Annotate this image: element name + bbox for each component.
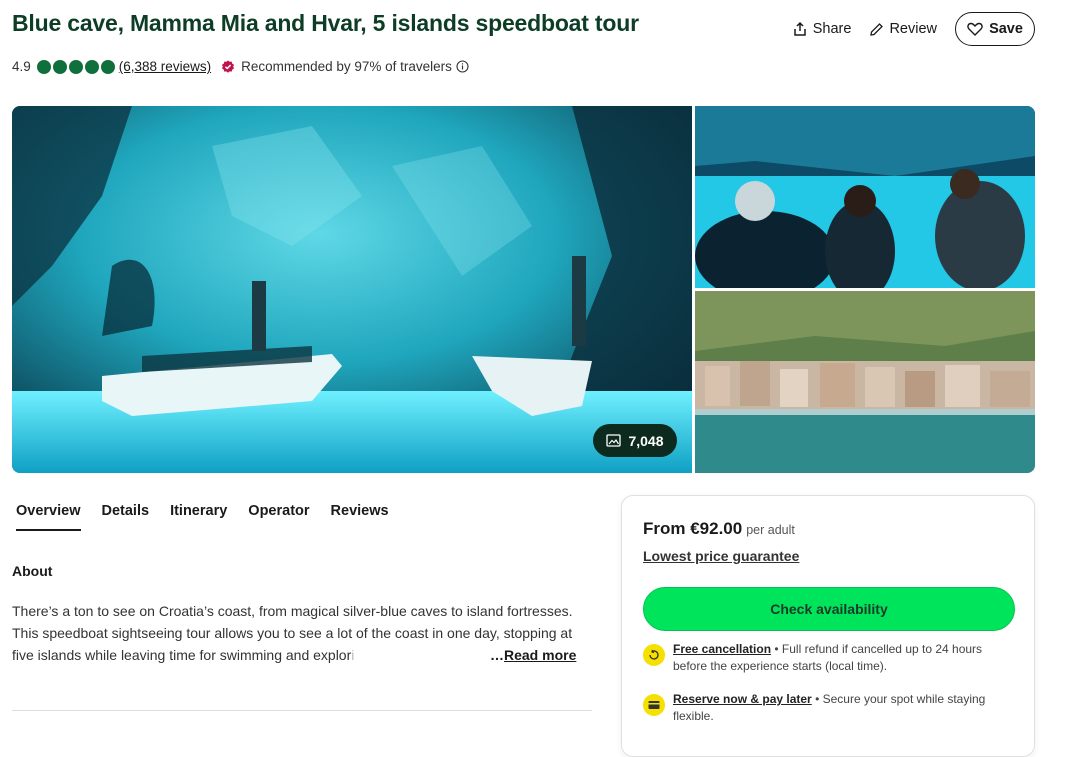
read-more-label: Read more [504,647,577,663]
pencil-icon [870,22,884,36]
price-per: per adult [746,523,795,537]
rating-bubble [68,59,83,74]
heart-icon [967,22,983,36]
share-label: Share [812,21,852,37]
about-heading: About [12,563,53,579]
card-icon [643,694,665,716]
recommended-text: Recommended by 97% of travelers [241,59,452,74]
price-from: From €92.00 [643,519,743,538]
perk-text: Reserve now & pay later • Secure your sp… [673,691,1008,725]
photo-count-button[interactable]: 7,048 [593,424,677,457]
photo-boat-passengers[interactable] [695,106,1035,288]
price-guarantee-link[interactable]: Lowest price guarantee [643,548,799,564]
review-label: Review [889,21,937,37]
photo-count-label: 7,048 [628,432,664,449]
rating-bubble [36,59,51,74]
share-icon [794,21,806,36]
cancellation-icon [643,644,665,666]
section-tabs: Overview Details Itinerary Operator Revi… [16,503,389,531]
main-photo[interactable] [12,106,692,473]
price: From €92.00 per adult [643,519,795,539]
save-button[interactable]: Save [955,12,1035,46]
section-divider [12,710,592,711]
photo-island-town[interactable] [695,291,1035,473]
tab-operator[interactable]: Operator [248,503,309,531]
recommended-badge-icon [222,60,235,73]
rating-bubbles [36,59,115,74]
rating-bubble [52,59,67,74]
about-text-fade: i [351,647,355,663]
perk-reserve-now: Reserve now & pay later • Secure your sp… [643,691,1008,725]
rating-bubble [100,59,115,74]
tab-reviews[interactable]: Reviews [331,503,389,531]
booking-card: From €92.00 per adult Lowest price guaran… [621,495,1035,757]
tab-overview[interactable]: Overview [16,503,81,531]
reviews-link[interactable]: (6,388 reviews) [119,59,211,74]
perk-title[interactable]: Reserve now & pay later [673,692,812,706]
perk-free-cancellation: Free cancellation • Full refund if cance… [643,641,1008,675]
info-icon[interactable] [456,60,469,73]
rating-row: 4.9 (6,388 reviews) Recommended by 97% o… [12,59,469,74]
tab-itinerary[interactable]: Itinerary [170,503,227,531]
share-button[interactable]: Share [792,21,852,37]
check-availability-button[interactable]: Check availability [643,587,1015,631]
review-button[interactable]: Review [869,21,937,37]
save-label: Save [989,21,1023,37]
rating-score: 4.9 [12,59,31,74]
perk-text: Free cancellation • Full refund if cance… [673,641,1008,675]
read-more-link[interactable]: …Read more [488,647,577,663]
perk-title[interactable]: Free cancellation [673,642,771,656]
tab-details[interactable]: Details [102,503,150,531]
top-actions: Share Review Save [792,12,1035,46]
page-title: Blue cave, Mamma Mia and Hvar, 5 islands… [12,10,639,36]
image-icon [606,434,622,447]
rating-bubble [84,59,99,74]
